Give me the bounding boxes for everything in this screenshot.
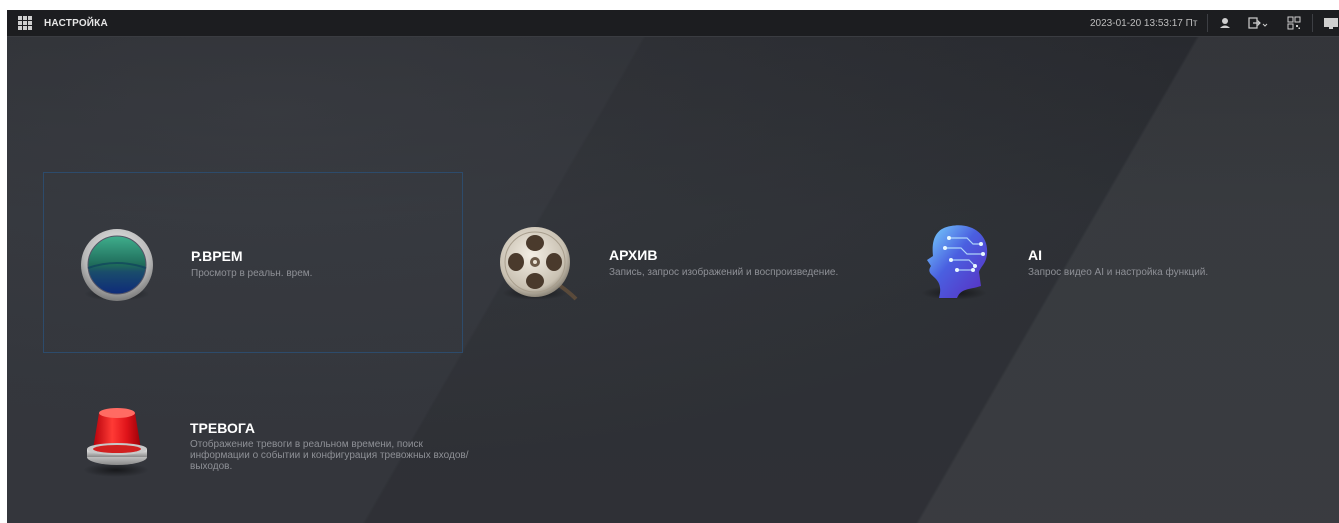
menu-grid-icon[interactable] bbox=[18, 16, 32, 30]
divider bbox=[1207, 14, 1208, 32]
divider bbox=[1312, 14, 1313, 32]
tile-title: АРХИВ bbox=[609, 247, 658, 263]
tile-description: Запрос видео AI и настройка функций. bbox=[1028, 267, 1209, 278]
tile-description: Запись, запрос изображений и воспроизвед… bbox=[609, 267, 839, 278]
tile-title: AI bbox=[1028, 247, 1042, 263]
tile-title: Р.ВРЕМ bbox=[191, 248, 243, 264]
tile-archive[interactable]: АРХИВ Запись, запрос изображений и воспр… bbox=[462, 172, 882, 353]
tile-description: Просмотр в реальн. врем. bbox=[191, 268, 313, 279]
page-title: НАСТРОЙКА bbox=[44, 18, 108, 29]
tile-ai[interactable]: AI Запрос видео AI и настройка функций. bbox=[881, 172, 1301, 353]
tile-description: Отображение тревоги в реальном времени, … bbox=[190, 439, 469, 472]
ai-head-icon bbox=[921, 220, 993, 309]
user-icon[interactable] bbox=[1217, 15, 1233, 31]
top-bar: НАСТРОЙКА 2023-01-20 13:53:17 Пт bbox=[7, 10, 1339, 37]
monitor-icon[interactable] bbox=[1323, 15, 1339, 31]
alarm-light-icon bbox=[85, 405, 149, 476]
datetime-display: 2023-01-20 13:53:17 Пт bbox=[1090, 18, 1198, 29]
qr-code-icon[interactable] bbox=[1286, 15, 1302, 31]
tile-live-view[interactable]: Р.ВРЕМ Просмотр в реальн. врем. bbox=[43, 172, 463, 353]
tile-title: ТРЕВОГА bbox=[190, 420, 256, 436]
app-window: НАСТРОЙКА 2023-01-20 13:53:17 Пт Р.ВРЕМ … bbox=[7, 10, 1339, 523]
tile-alarm[interactable]: ТРЕВОГА Отображение тревоги в реальном в… bbox=[43, 353, 469, 523]
film-reel-icon bbox=[498, 225, 578, 310]
live-view-icon bbox=[80, 228, 154, 307]
logout-icon[interactable] bbox=[1247, 15, 1269, 31]
